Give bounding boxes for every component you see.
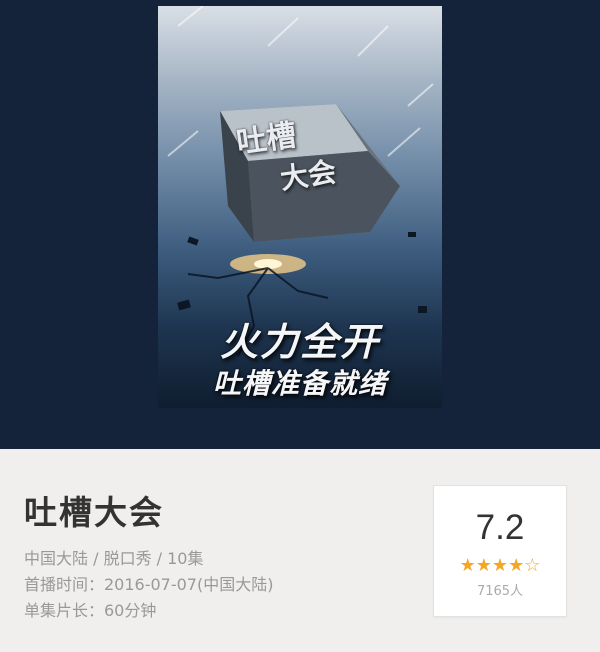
poster-image[interactable]: 吐槽 大会 火力全开 吐槽准备就绪 bbox=[158, 6, 442, 408]
show-premiere-date: 首播时间：2016-07-07(中国大陆) bbox=[24, 575, 274, 594]
hero-banner: 吐槽 大会 火力全开 吐槽准备就绪 bbox=[0, 0, 600, 449]
star-full-icon: ★ bbox=[475, 555, 492, 576]
poster-slogan-1: 火力全开 bbox=[219, 320, 380, 364]
rating-count: 7165人 bbox=[476, 584, 524, 599]
cube-title-line1: 吐槽 bbox=[234, 117, 299, 161]
cube-title-line2: 大会 bbox=[278, 155, 339, 196]
star-rating: ★★★★☆ bbox=[434, 556, 566, 576]
star-full-icon: ★ bbox=[459, 555, 476, 576]
star-empty-icon: ☆ bbox=[524, 555, 541, 576]
rating-card[interactable]: 7.2 ★★★★☆ 7165人 bbox=[434, 486, 566, 616]
star-full-icon: ★ bbox=[491, 555, 509, 576]
show-episode-length: 单集片长：60分钟 bbox=[24, 601, 157, 620]
star-half-icon: ★ bbox=[508, 555, 525, 576]
show-title: 吐槽大会 bbox=[24, 493, 164, 532]
poster-slogan-2: 吐槽准备就绪 bbox=[212, 367, 387, 400]
rating-score: 7.2 bbox=[475, 508, 525, 547]
show-region-genre: 中国大陆 / 脱口秀 / 10集 bbox=[24, 549, 204, 568]
